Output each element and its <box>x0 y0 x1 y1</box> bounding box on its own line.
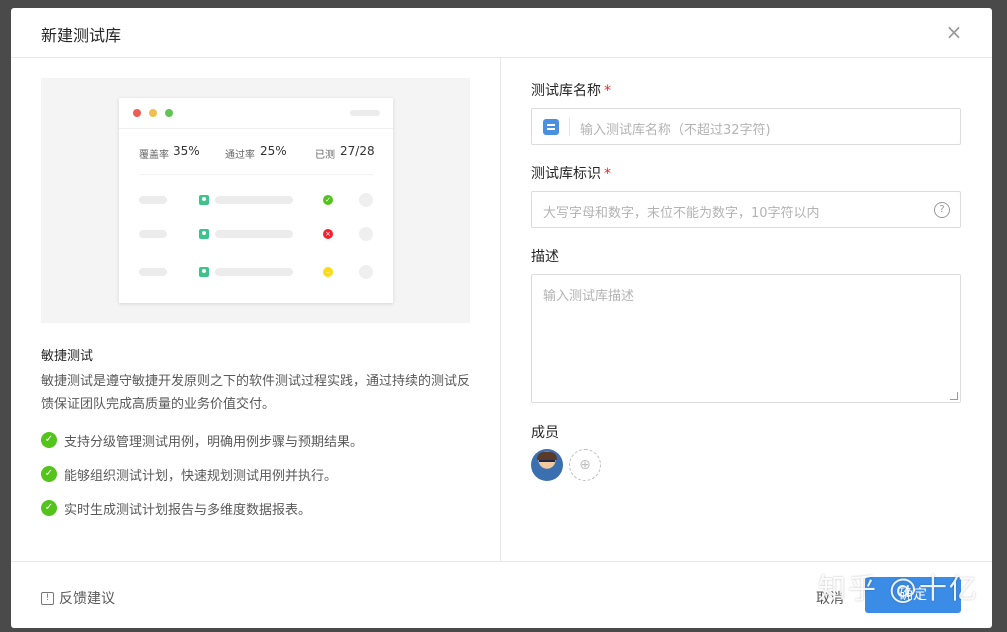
intro-panel: 覆盖率 35% 通过率 25% 已测 27/28 ✓ × – 敏捷测试 敏捷测试… <box>11 58 501 561</box>
preview-illustration: 覆盖率 35% 通过率 25% 已测 27/28 ✓ × – <box>41 78 470 323</box>
check-circle-icon: ✓ <box>41 466 57 482</box>
identifier-placeholder: 大写字母和数字，末位不能为数字，10字符以内 <box>543 206 820 221</box>
question-circle-icon[interactable]: ? <box>934 202 950 218</box>
name-label-text: 测试库名称 <box>531 83 601 99</box>
feature-item: ✓ 实时生成测试计划报告与多维度数据报表。 <box>41 499 312 518</box>
traffic-light-red <box>133 109 141 117</box>
check-circle-icon: ✓ <box>41 500 57 516</box>
placeholder-pill <box>350 110 380 116</box>
avatar[interactable] <box>531 449 563 481</box>
dialog-title: 新建测试库 <box>41 26 122 45</box>
name-label: 测试库名称 * <box>531 80 611 100</box>
feature-text: 实时生成测试计划报告与多维度数据报表。 <box>64 502 312 518</box>
identifier-label-text: 测试库标识 <box>531 166 601 182</box>
avatar-glasses <box>539 460 555 465</box>
placeholder-pill <box>139 230 167 238</box>
tested-label: 已测 <box>315 150 335 161</box>
form-panel: 测试库名称 * 输入测试库名称（不超过32字符) 测试库标识 * 大写字母和数字，末… <box>531 58 961 561</box>
feedback-text: 反馈建议 <box>59 591 115 607</box>
tested-value: 27/28 <box>340 144 375 158</box>
feature-item: ✓ 支持分级管理测试用例，明确用例步骤与预期结果。 <box>41 431 364 450</box>
name-placeholder: 输入测试库名称（不超过32字符) <box>580 123 771 138</box>
avatar-hair <box>537 452 557 460</box>
divider <box>569 118 570 136</box>
name-input[interactable]: 输入测试库名称（不超过32字符) <box>531 108 961 145</box>
placeholder-circle <box>359 227 373 241</box>
check-circle-icon: ✓ <box>41 432 57 448</box>
feature-text: 能够组织测试计划，快速规划测试用例并执行。 <box>64 468 338 484</box>
traffic-light-green <box>165 109 173 117</box>
description-placeholder: 输入测试库描述 <box>543 289 635 304</box>
traffic-light-yellow <box>149 109 157 117</box>
placeholder-circle <box>359 265 373 279</box>
intro-title: 敏捷测试 <box>41 349 94 364</box>
required-mark: * <box>604 166 611 182</box>
description-label: 描述 <box>531 249 559 265</box>
watermark: 知乎 @十亿 <box>818 572 979 605</box>
feature-text: 支持分级管理测试用例，明确用例步骤与预期结果。 <box>64 434 364 450</box>
user-icon <box>199 195 209 205</box>
pending-icon: – <box>323 267 333 277</box>
pass-rate-label: 通过率 <box>225 150 255 161</box>
fail-icon: × <box>323 229 333 239</box>
coverage-label: 覆盖率 <box>139 150 169 161</box>
user-icon <box>199 229 209 239</box>
placeholder-pill <box>215 230 293 238</box>
create-test-repo-dialog: 新建测试库 × 覆盖率 35% 通过率 25% 已测 27/28 ✓ × – 敏… <box>11 8 992 628</box>
divider <box>119 128 393 129</box>
required-mark: * <box>604 83 611 99</box>
coverage-value: 35% <box>173 144 200 158</box>
add-member-icon[interactable]: ⊕ <box>569 449 601 481</box>
preview-card: 覆盖率 35% 通过率 25% 已测 27/28 ✓ × – <box>119 98 393 303</box>
placeholder-pill <box>139 268 167 276</box>
close-icon[interactable]: × <box>944 22 964 42</box>
placeholder-circle <box>359 193 373 207</box>
placeholder-pill <box>215 196 293 204</box>
identifier-label: 测试库标识 * <box>531 163 611 183</box>
resize-handle[interactable] <box>950 392 958 400</box>
repository-icon[interactable] <box>543 119 559 135</box>
placeholder-pill <box>215 268 293 276</box>
feature-item: ✓ 能够组织测试计划，快速规划测试用例并执行。 <box>41 465 338 484</box>
description-textarea[interactable]: 输入测试库描述 <box>531 274 961 403</box>
pass-icon: ✓ <box>323 195 333 205</box>
dialog-header: 新建测试库 × <box>11 8 992 58</box>
placeholder-pill <box>139 196 167 204</box>
members-label: 成员 <box>531 425 559 441</box>
divider <box>139 174 373 175</box>
feedback-icon: ! <box>41 591 54 605</box>
pass-rate-value: 25% <box>260 144 287 158</box>
feedback-link[interactable]: ! 反馈建议 <box>41 588 115 608</box>
user-icon <box>199 267 209 277</box>
intro-description: 敏捷测试是遵守敏捷开发原则之下的软件测试过程实践，通过持续的测试反馈保证团队完成… <box>41 374 471 412</box>
identifier-input[interactable]: 大写字母和数字，末位不能为数字，10字符以内 ? <box>531 191 961 228</box>
